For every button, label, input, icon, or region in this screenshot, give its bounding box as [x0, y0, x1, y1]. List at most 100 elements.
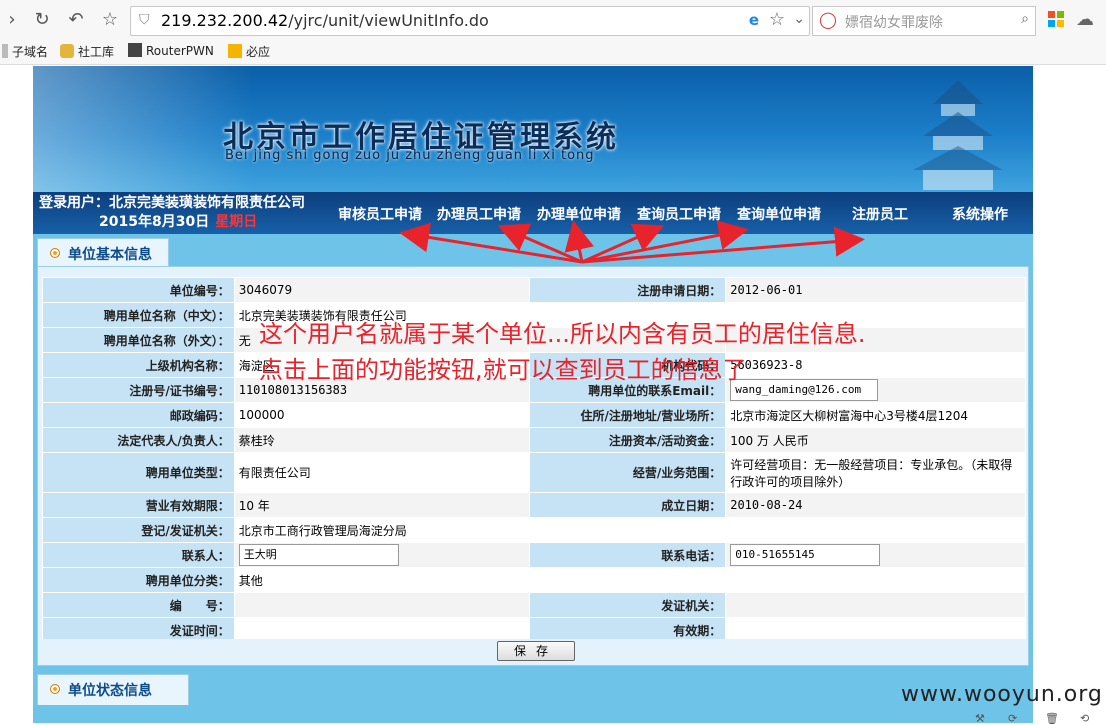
tab-label: 单位状态信息	[68, 683, 152, 699]
field-label: 注册号/证书编号：	[42, 377, 235, 403]
annotation-line-2: 点击上面的功能按钮,就可以查到员工的信息了	[259, 356, 747, 384]
field-value: 蔡桂玲	[233, 427, 531, 453]
field-value: 2010-08-24	[725, 492, 1026, 518]
search-box[interactable]: ◯ 嫖宿幼女罪废除 ⌕	[812, 6, 1036, 36]
search-input[interactable]: 嫖宿幼女罪废除	[845, 12, 943, 32]
field-label: 聘用单位类型：	[42, 452, 235, 493]
table-row: 聘用单位类型： 有限责任公司 经营/业务范围： 许可经营项目：无一般经营项目：专业承包…	[42, 452, 1026, 493]
field-value: 北京市工商行政管理局海淀分局	[233, 517, 531, 543]
field-value: 王大明	[233, 542, 531, 568]
field-label: 营业有效期限：	[42, 492, 235, 518]
tray-icon[interactable]: ⟳	[1008, 712, 1017, 725]
field-value: 北京市海淀区大柳树富海中心3号楼4层1204	[725, 402, 1026, 428]
temple-of-heaven-image	[913, 80, 1003, 190]
table-row: 编 号： 发证机关：	[42, 592, 1026, 618]
login-user: 登录用户：北京完美装璜装饰有限责任公司	[39, 195, 305, 211]
field-label: 发证机关：	[529, 592, 727, 618]
tray-icon[interactable]: ⟲	[1080, 712, 1089, 725]
table-row: 法定代表人/负责人： 蔡桂玲 注册资本/活动资金： 100 万 人民币	[42, 427, 1026, 453]
save-row: 保存	[42, 639, 1026, 661]
field-label: 经营/业务范围：	[529, 452, 727, 493]
bookmark-item[interactable]: 子域名	[2, 43, 48, 60]
field-value: 100 万 人民币	[725, 427, 1026, 453]
field-value	[725, 567, 1026, 593]
save-button[interactable]: 保存	[497, 641, 575, 661]
apps-grid-icon[interactable]	[1048, 11, 1064, 27]
menu-query-employee-application[interactable]: 查询员工申请	[637, 204, 721, 224]
menu-review-employee-application[interactable]: 审核员工申请	[338, 204, 422, 224]
bookmark-item[interactable]: RouterPWN	[128, 43, 214, 58]
field-value: 10 年	[233, 492, 531, 518]
field-value: 许可经营项目：无一般经营项目：专业承包。（未取得行政许可的项目除外）	[725, 452, 1026, 493]
field-label: 聘用单位名称（中文）：	[42, 302, 235, 328]
menu-system-operation[interactable]: 系统操作	[952, 204, 1008, 224]
bookmark-item[interactable]: 社工库	[60, 43, 114, 60]
search-icon[interactable]: ⌕	[1021, 11, 1029, 27]
tray-icon[interactable]: ⚒	[975, 712, 985, 725]
tab-bullet-icon	[50, 248, 60, 258]
trash-icon[interactable]: 🗑	[1045, 712, 1059, 725]
table-row: 单位编号： 3046079 注册申请日期： 2012-06-01	[42, 277, 1026, 303]
field-label	[529, 567, 727, 593]
search-engine-icon: ◯	[819, 10, 837, 29]
tab-bullet-icon	[50, 684, 60, 694]
table-row: 邮政编码： 100000 住所/注册地址/营业场所： 北京市海淀区大柳树富海中心3号楼…	[42, 402, 1026, 428]
field-label: 编 号：	[42, 592, 235, 618]
cloud-icon[interactable]: ☁	[1076, 9, 1094, 30]
table-row: 联系人： 王大明 联系电话： 010-51655145	[42, 542, 1026, 568]
field-value	[725, 517, 1026, 543]
field-value: 3046079	[233, 277, 531, 303]
field-value	[233, 592, 531, 618]
field-label: 注册资本/活动资金：	[529, 427, 727, 453]
bookmarks-bar: 子域名 社工库 RouterPWN 必应	[0, 40, 1106, 65]
annotation-line-1: 这个用户名就属于某个单位...所以内含有员工的居住信息.	[259, 320, 866, 348]
menu-register-employee[interactable]: 注册员工	[852, 204, 908, 224]
page-frame: 北京市工作居住证管理系统 Bei jing shi gong zuo ju zh…	[33, 66, 1033, 723]
bookmark-item[interactable]: 必应	[228, 43, 270, 60]
phone-field[interactable]: 010-51655145	[730, 544, 881, 566]
tab-label: 单位基本信息	[68, 247, 152, 263]
field-label: 联系电话：	[529, 542, 727, 568]
field-label: 住所/注册地址/营业场所：	[529, 402, 727, 428]
field-label: 上级机构名称：	[42, 352, 235, 378]
menu-query-unit-application[interactable]: 查询单位申请	[737, 204, 821, 224]
contact-person-field[interactable]: 王大明	[238, 544, 399, 566]
security-shield-icon: ⛉	[139, 12, 150, 28]
field-label: 成立日期：	[529, 492, 727, 518]
table-row: 聘用单位分类： 其他	[42, 567, 1026, 593]
reload-icon[interactable]: ↻	[30, 8, 54, 32]
field-label: 聘用单位分类：	[42, 567, 235, 593]
bookmark-star-icon[interactable]: ☆	[98, 8, 122, 32]
browser-toolbar: › ↻ ↶ ☆ ⛉ 219.232.200.42/yjrc/unit/viewU…	[0, 0, 1106, 40]
address-bar[interactable]: ⛉ 219.232.200.42/yjrc/unit/viewUnitInfo.…	[130, 6, 810, 36]
field-value: 其他	[233, 567, 531, 593]
field-label: 邮政编码：	[42, 402, 235, 428]
field-value: 56036923-8	[725, 352, 1026, 378]
favorite-star-icon[interactable]: ☆	[769, 9, 785, 30]
city-skyline-image	[33, 66, 253, 192]
field-value: 2012-06-01	[725, 277, 1026, 303]
main-menu: 登录用户：北京完美装璜装饰有限责任公司 2015年8月30日 星期日 审核员工申请…	[33, 192, 1033, 234]
table-row: 登记/发证机关： 北京市工商行政管理局海淀分局	[42, 517, 1026, 543]
field-value: 010-51655145	[725, 542, 1026, 568]
email-field[interactable]: wang_daming@126.com	[730, 379, 879, 401]
field-label	[529, 517, 727, 543]
url-text: 219.232.200.42/yjrc/unit/viewUnitInfo.do	[161, 11, 489, 30]
field-value: 有限责任公司	[233, 452, 531, 493]
field-label: 联系人：	[42, 542, 235, 568]
field-label: 单位编号：	[42, 277, 235, 303]
login-weekday: 星期日	[215, 214, 258, 230]
forward-icon[interactable]: ›	[0, 8, 24, 32]
table-row: 营业有效期限： 10 年成立日期： 2010-08-24	[42, 492, 1026, 518]
back-icon[interactable]: ↶	[64, 8, 88, 32]
tab-unit-status-info[interactable]: 单位状态信息	[37, 674, 189, 705]
watermark: www.wooyun.org	[901, 682, 1103, 707]
tab-unit-basic-info[interactable]: 单位基本信息	[37, 238, 169, 267]
ie-mode-icon[interactable]: e	[749, 11, 759, 29]
chevron-down-icon[interactable]: ⌄	[793, 11, 805, 27]
menu-process-employee-application[interactable]: 办理员工申请	[437, 204, 521, 224]
field-value	[725, 592, 1026, 618]
login-date: 2015年8月30日	[99, 214, 210, 230]
menu-process-unit-application[interactable]: 办理单位申请	[537, 204, 621, 224]
field-label: 聘用单位名称（外文）：	[42, 327, 235, 353]
